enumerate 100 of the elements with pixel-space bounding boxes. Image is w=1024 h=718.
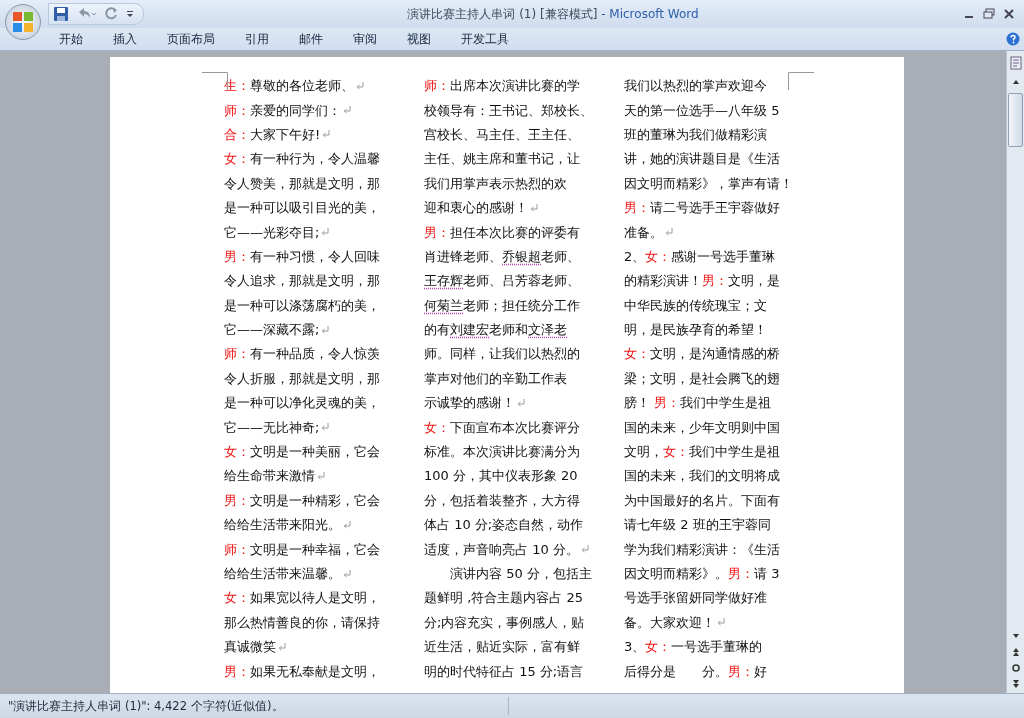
text-line: 因文明而精彩》。男：请 3 (624, 565, 780, 583)
ribbon-tab[interactable]: 邮件 (286, 28, 336, 50)
paragraph-mark-icon (343, 569, 351, 579)
text-line: 班的董琳为我们做精彩演 (624, 125, 767, 144)
text-line: 师：出席本次演讲比赛的学 (424, 77, 580, 96)
paragraph-mark-icon (317, 471, 325, 481)
ruler-toggle-icon[interactable] (1008, 55, 1023, 71)
paragraph-mark-icon (717, 618, 725, 628)
ribbon-tab[interactable]: 插入 (100, 28, 150, 50)
text-line: 梁；文明，是社会腾飞的翅 (624, 369, 780, 388)
text-line: 宫校长、马主任、王主任、 (424, 125, 580, 144)
text-line: 师：有一种品质，令人惊羡 (224, 345, 380, 364)
text-line: 标准。本次演讲比赛满分为 (424, 443, 580, 462)
text-line: 掌声对他们的辛勤工作表 (424, 369, 567, 388)
paragraph-mark-icon (278, 642, 286, 652)
restore-icon[interactable] (982, 8, 996, 20)
text-line: 的精彩演讲！男：文明，是 (624, 272, 780, 291)
text-line: 男：文明是一种精彩，它会 (224, 491, 380, 510)
text-line: 师。同样，让我们以热烈的 (424, 345, 580, 364)
ribbon-tab[interactable]: 视图 (394, 28, 444, 50)
text-line: 明，是民族孕育的希望！ (624, 321, 767, 340)
text-line: 给给生活带来阳光。 (224, 516, 341, 535)
text-line: 男：担任本次比赛的评委有 (424, 223, 580, 242)
paragraph-mark-icon (321, 325, 330, 335)
text-line: 演讲内容 50 分，包括主 (449, 565, 592, 583)
browse-object-icon[interactable] (1010, 663, 1021, 673)
office-button[interactable] (5, 4, 41, 40)
paragraph-mark-icon (517, 398, 525, 408)
text-line: 令人追求，那就是文明，那 (224, 272, 380, 291)
text-line: 我们以热烈的掌声欢迎今 (624, 77, 767, 96)
text-line: 3、女：一号选手董琳的 (624, 638, 763, 657)
text-line: 准备。 (624, 223, 663, 242)
text-line: 校领导有：王书记、郑校长、 (424, 101, 593, 120)
text-line: 膀！ 男：我们中学生是祖 (624, 394, 772, 413)
text-line: 国的未来，少年文明则中国 (624, 418, 780, 437)
text-line: 号选手张留妍同学做好准 (624, 589, 767, 608)
text-line: 肖进锋老师、乔银超老师、 (424, 247, 580, 266)
text-line: 备。大家欢迎！ (624, 613, 715, 632)
text-line: 男：如果无私奉献是文明， (224, 662, 380, 681)
text-line: 师：文明是一种幸福，它会 (224, 540, 380, 559)
save-icon[interactable] (53, 6, 69, 22)
paragraph-mark-icon (356, 81, 364, 91)
paragraph-mark-icon (530, 203, 538, 213)
text-line: 我们用掌声表示热烈的欢 (424, 174, 567, 193)
text-line: 合：大家下午好! (224, 125, 321, 144)
scroll-thumb[interactable] (1008, 93, 1023, 147)
text-line: 示诚挚的感谢！ (424, 394, 515, 413)
close-icon[interactable] (1002, 8, 1016, 20)
text-line: 讲，她的演讲题目是《生活 (624, 150, 780, 169)
text-line: 天的第一位选手—八年级 5 (624, 101, 780, 120)
text-line: 题鲜明 ,符合主题内容占 25 (424, 589, 583, 608)
vertical-scrollbar[interactable] (1006, 51, 1024, 693)
text-line: 后得分是 分。男：好 (624, 662, 767, 681)
text-line: 体占 10 分;姿态自然，动作 (424, 516, 584, 535)
text-line: 它——深藏不露; (224, 321, 320, 340)
ribbon-tab[interactable]: 页面布局 (154, 28, 228, 50)
window-title: 演讲比赛主持人串词 (1) [兼容模式] - Microsoft Word (406, 5, 700, 23)
text-line: 主任、姚主席和董书记，让 (424, 150, 580, 169)
paragraph-mark-icon (580, 545, 589, 555)
text-line: 真诚微笑 (224, 638, 276, 657)
text-line: 近生活，贴近实际，富有鲜 (424, 638, 580, 657)
paragraph-mark-icon (343, 520, 351, 530)
ribbon-tab[interactable]: 开发工具 (448, 28, 522, 50)
ribbon-tab[interactable]: 开始 (46, 28, 96, 50)
text-line: 为中国最好的名片。下面有 (624, 491, 780, 510)
text-line: 女：有一种行为，令人温馨 (224, 150, 380, 169)
paragraph-mark-icon (322, 130, 331, 140)
text-line: 的有刘建宏老师和文泽老 (424, 321, 567, 340)
text-line: 迎和衷心的感谢！ (424, 199, 528, 218)
text-line: 女：文明，是沟通情感的桥 (624, 345, 780, 364)
text-line: 请七年级 2 班的王宇蓉同 (624, 516, 771, 535)
text-line: 令人折服，那就是文明，那 (224, 369, 380, 388)
text-line: 令人赞美，那就是文明，那 (224, 174, 380, 193)
paragraph-mark-icon (665, 228, 673, 238)
text-line: 女：文明是一种美丽，它会 (224, 443, 380, 462)
next-page-icon[interactable] (1010, 679, 1021, 689)
office-logo-icon (10, 9, 36, 35)
text-line: 明的时代特征占 15 分;语言 (424, 662, 584, 681)
text-line: 给生命带来激情 (224, 467, 315, 486)
text-line: 男：有一种习惯，令人回味 (224, 247, 380, 266)
previous-page-icon[interactable] (1010, 647, 1021, 657)
ribbon-tab[interactable]: 审阅 (340, 28, 390, 50)
text-line: 它——无比神奇; (224, 418, 320, 437)
paragraph-mark-icon (343, 106, 351, 116)
text-line: 女：下面宣布本次比赛评分 (424, 418, 580, 437)
text-line: 适度，声音响亮占 10 分。 (424, 540, 579, 559)
text-line: 分，包括着装整齐，大方得 (424, 491, 580, 510)
text-line: 学为我们精彩演讲：《生活 (624, 540, 780, 559)
text-line: 是一种可以吸引目光的美， (224, 199, 380, 218)
text-line: 男：请二号选手王宇蓉做好 (624, 199, 780, 218)
redo-icon[interactable] (103, 6, 119, 22)
ribbon-tab[interactable]: 引用 (232, 28, 282, 50)
text-line: 100 分，其中仪表形象 20 (424, 467, 578, 486)
text-line: 王存辉老师、吕芳蓉老师、 (424, 272, 580, 291)
text-line: 给给生活带来温馨。 (224, 565, 341, 583)
paragraph-mark-icon (321, 423, 330, 433)
text-line: 国的未来，我们的文明将成 (624, 467, 780, 486)
text-line: 文明，女：我们中学生是祖 (624, 443, 780, 462)
paragraph-mark-icon (321, 228, 330, 238)
help-icon[interactable] (1006, 32, 1020, 46)
